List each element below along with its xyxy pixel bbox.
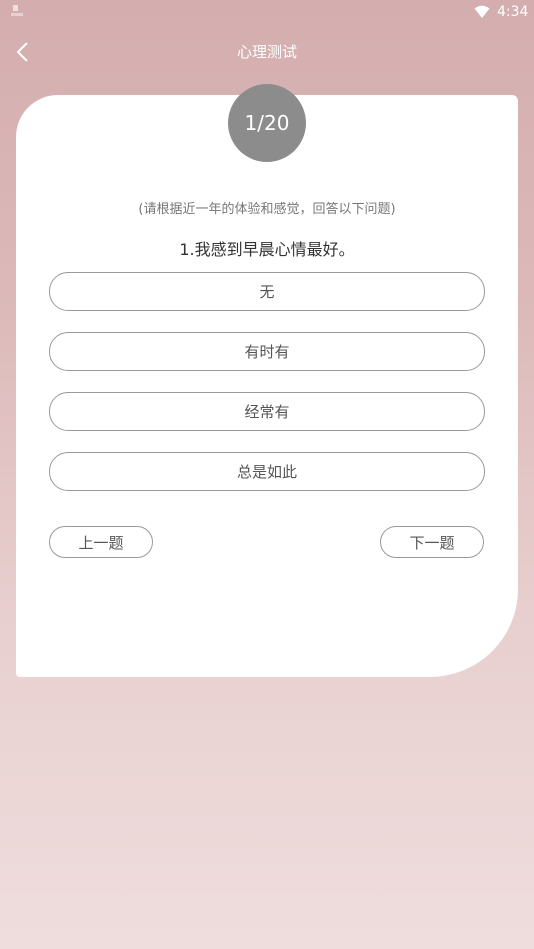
status-bar: 4:34 <box>0 0 534 26</box>
option-button-none[interactable]: 无 <box>49 272 485 311</box>
question-card <box>16 95 518 677</box>
progress-indicator: 1/20 <box>228 84 306 162</box>
previous-question-button[interactable]: 上一题 <box>49 526 153 558</box>
next-question-button[interactable]: 下一题 <box>380 526 484 558</box>
instruction-text: (请根据近一年的体验和感觉，回答以下问题) <box>138 202 396 217</box>
status-time: 4:34 <box>497 4 529 20</box>
wifi-icon <box>474 5 490 18</box>
option-button-often[interactable]: 经常有 <box>49 392 485 431</box>
question-text: 1.我感到早晨心情最好。 <box>179 240 355 259</box>
page-title: 心理测试 <box>236 43 297 61</box>
notification-app-icon <box>11 5 23 16</box>
option-button-always[interactable]: 总是如此 <box>49 452 485 491</box>
option-button-sometimes[interactable]: 有时有 <box>49 332 485 371</box>
